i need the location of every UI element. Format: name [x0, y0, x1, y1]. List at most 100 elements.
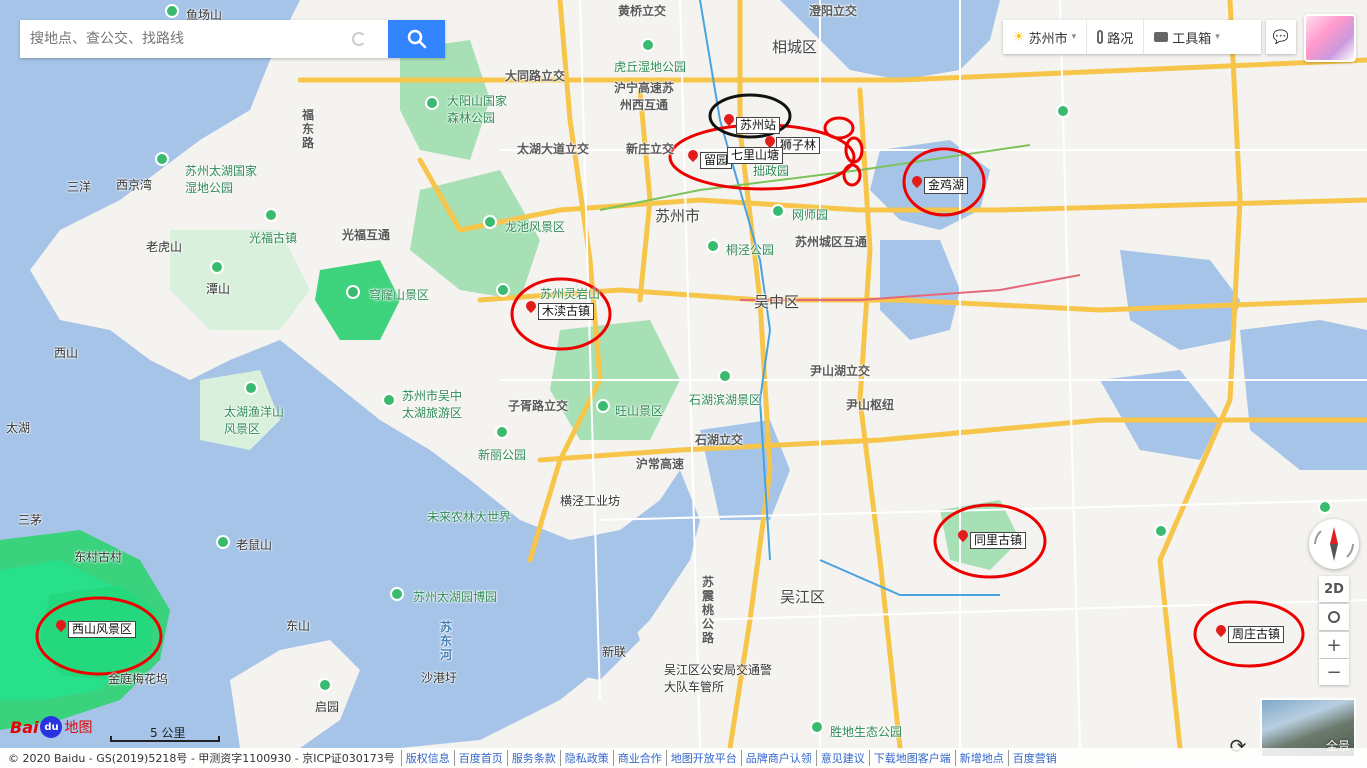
road-suzhen: 苏震桃公路 [702, 575, 715, 645]
marker-pin-icon[interactable] [526, 301, 536, 315]
traffic-button[interactable]: 路况 [1087, 20, 1145, 54]
road-datong: 大同路立交 [505, 69, 566, 83]
footer-link[interactable]: 意见建议 [815, 750, 869, 766]
avatar[interactable] [1304, 14, 1356, 62]
tree-icon [1056, 104, 1070, 118]
marker-pin-icon[interactable] [56, 620, 66, 634]
marker-mudu[interactable]: 木渎古镇 [538, 303, 595, 320]
road-yinshanshu: 尹山枢纽 [846, 398, 895, 412]
marker-tongli[interactable]: 同里古镇 [970, 532, 1027, 549]
footer-link[interactable]: 新增地点 [954, 750, 1008, 766]
marker-pin-icon[interactable] [912, 176, 922, 190]
label-laoshushan: 老鼠山 [236, 538, 273, 552]
poi-shengdi[interactable]: 胜地生态公园 [830, 723, 902, 740]
map-canvas[interactable]: 相城区 苏州市 吴中区 吴江区 太湖 东山 西山 三洋 西京湾 老虎山 潭山 鱼… [0, 0, 1367, 768]
marker-suzhou-station[interactable]: 苏州站 [736, 117, 781, 134]
marker-pin-icon[interactable] [724, 114, 734, 128]
marker-qilishantang[interactable]: 七里山塘 [727, 147, 784, 164]
footer-link[interactable]: 服务条款 [506, 750, 560, 766]
poi-wujiangpolice[interactable]: 吴江区公安局交通警大队车管所 [664, 661, 774, 695]
footer: © 2020 Baidu - GS(2019)5218号 - 甲测资字11009… [0, 748, 1367, 768]
locate-button[interactable] [1319, 604, 1349, 630]
footer-link[interactable]: 下载地图客户端 [868, 750, 955, 766]
target-icon [1328, 611, 1340, 623]
label-wuzhong: 吴中区 [754, 293, 800, 311]
marker-xishan[interactable]: 西山风景区 [68, 621, 137, 638]
road-sudonghe: 苏东河 [440, 620, 453, 662]
traffic-label: 路况 [1107, 31, 1134, 47]
tree-icon [641, 38, 655, 52]
tree-icon [165, 4, 179, 18]
search-input[interactable] [20, 20, 352, 58]
poi-guangfu[interactable]: 光福古镇 [249, 229, 297, 246]
logo-du: du [40, 716, 63, 738]
toolbox-label: 工具箱 [1172, 31, 1212, 47]
toolbox-icon [1154, 32, 1169, 42]
compass-control[interactable] [1309, 519, 1359, 569]
poi-hengjing[interactable]: 横泾工业坊 [560, 492, 620, 509]
tree-icon [216, 535, 230, 549]
tree-icon [390, 587, 404, 601]
city-selector[interactable]: ☀ 苏州市 ▾ [1003, 20, 1088, 54]
marker-pin-icon[interactable] [688, 150, 698, 164]
tree-icon [810, 720, 824, 734]
baidu-logo: Bai du 地图 [10, 716, 92, 738]
label-suzhoushi: 苏州市 [655, 207, 701, 225]
marker-pin-icon[interactable] [958, 530, 968, 544]
poi-lingyan[interactable]: 苏州灵岩山 [540, 285, 600, 302]
road-chengqu: 苏州城区互通 [795, 235, 868, 249]
footer-link[interactable]: 地图开放平台 [665, 750, 741, 766]
label-tanshan: 潭山 [206, 282, 231, 296]
poi-taihuyu[interactable]: 太湖渔洋山风景区 [224, 403, 284, 437]
road-yinshan: 尹山湖立交 [810, 364, 871, 378]
poi-wangshiyuan[interactable]: 网师园 [792, 206, 828, 223]
label-shaxu: 沙港圩 [421, 671, 458, 685]
message-button[interactable]: 💬 [1266, 20, 1296, 54]
tree-icon [496, 283, 510, 297]
chevron-down-icon: ▾ [1215, 32, 1220, 42]
footer-link[interactable]: 百度首页 [453, 750, 507, 766]
tree-icon [771, 204, 785, 218]
poi-wuzhongtaihu[interactable]: 苏州市吴中太湖旅游区 [402, 387, 466, 421]
poi-zhuozheng[interactable]: 拙政园 [753, 162, 789, 179]
copyright-text: © 2020 Baidu - GS(2019)5218号 - 甲测资字11009… [8, 752, 395, 765]
footer-link[interactable]: 商业合作 [612, 750, 666, 766]
label-laohushan: 老虎山 [146, 240, 183, 254]
zoom-in-button[interactable]: + [1319, 632, 1349, 658]
poi-weilai[interactable]: 未来农林大世界 [427, 508, 511, 525]
road-huchang: 沪常高速 [636, 457, 685, 471]
marker-jinjihu[interactable]: 金鸡湖 [924, 177, 969, 194]
tree-icon [382, 393, 396, 407]
poi-longchi[interactable]: 龙池风景区 [505, 218, 565, 235]
chat-icon: 💬 [1272, 29, 1290, 45]
poi-qionglong[interactable]: 穹窿山景区 [369, 286, 429, 303]
road-huangqiao: 黄桥立交 [618, 4, 667, 18]
toolbox-button[interactable]: 工具箱 ▾ [1144, 20, 1230, 54]
footer-link[interactable]: 版权信息 [400, 750, 454, 766]
search-button[interactable] [388, 20, 445, 58]
footer-link[interactable]: 百度营销 [1007, 750, 1061, 766]
label-dongcun: 东村古村 [74, 550, 123, 564]
marker-zhouzhuang[interactable]: 周庄古镇 [1228, 626, 1285, 643]
poi-taihuyuan[interactable]: 苏州太湖园博园 [413, 588, 497, 605]
view-2d-button[interactable]: 2D [1319, 576, 1349, 602]
marker-pin-icon[interactable] [1216, 625, 1226, 639]
footer-link[interactable]: 品牌商户认领 [740, 750, 816, 766]
poi-xinli[interactable]: 新丽公园 [478, 446, 526, 463]
label-qiyuan: 启园 [315, 700, 340, 714]
poi-huqiu[interactable]: 虎丘湿地公园 [614, 58, 686, 75]
scale-ruler [110, 736, 220, 742]
poi-taihushidi[interactable]: 苏州太湖国家湿地公园 [185, 162, 263, 196]
zoom-out-button[interactable]: − [1319, 659, 1349, 685]
tree-icon [718, 369, 732, 383]
road-shihu: 石湖立交 [695, 433, 744, 447]
footer-link[interactable]: 隐私政策 [559, 750, 613, 766]
poi-xuanmiao[interactable]: 石湖滨湖景区 [689, 391, 761, 408]
poi-dayangshan[interactable]: 大阳山国家森林公园 [447, 92, 509, 126]
tree-icon [596, 399, 610, 413]
poi-guixian[interactable]: 桐泾公园 [726, 241, 774, 258]
poi-wangshan[interactable]: 旺山景区 [615, 402, 663, 419]
tree-icon [1318, 500, 1332, 514]
label-xinlian: 新联 [602, 645, 627, 659]
scale-bar: 5 公里 [110, 724, 220, 742]
